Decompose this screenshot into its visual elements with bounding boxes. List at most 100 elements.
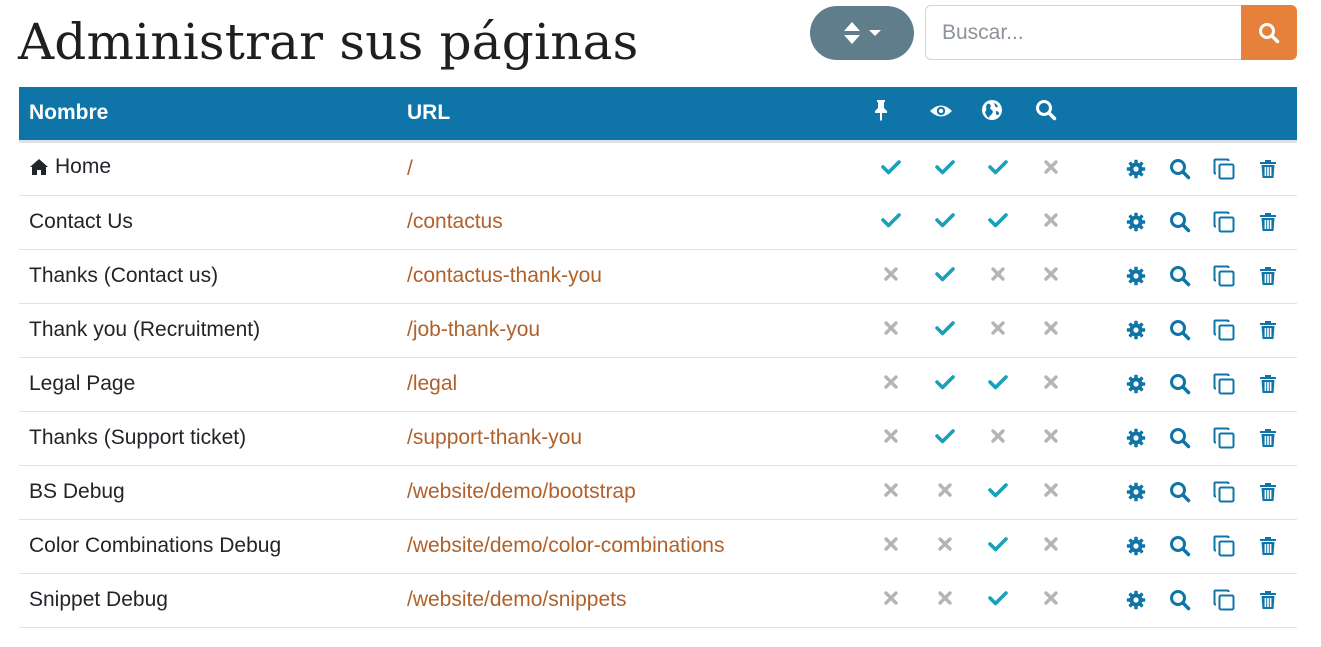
delete-page-button[interactable] xyxy=(1249,266,1287,286)
menu-flag xyxy=(863,249,919,303)
clone-page-button[interactable] xyxy=(1205,210,1243,234)
copy-icon xyxy=(1213,589,1235,611)
page-url-link[interactable]: /website/demo/bootstrap xyxy=(407,480,636,503)
table-row[interactable]: Thanks (Support ticket) /support-thank-y… xyxy=(19,411,1297,465)
page-name-cell: Thanks (Support ticket) xyxy=(19,411,397,465)
delete-page-button[interactable] xyxy=(1249,482,1287,502)
delete-page-button[interactable] xyxy=(1249,428,1287,448)
search-box xyxy=(925,5,1297,60)
page-properties-button[interactable] xyxy=(1117,212,1155,232)
page-properties-button[interactable] xyxy=(1117,536,1155,556)
view-page-button[interactable] xyxy=(1161,158,1199,180)
clone-page-button[interactable] xyxy=(1205,426,1243,450)
published-check-icon xyxy=(988,537,1008,552)
table-row[interactable]: Contact Us /contactus xyxy=(19,195,1297,249)
search-icon xyxy=(1170,266,1191,287)
view-page-button[interactable] xyxy=(1161,535,1199,557)
table-row[interactable]: Thank you (Recruitment) /job-thank-you xyxy=(19,303,1297,357)
view-page-button[interactable] xyxy=(1161,373,1199,395)
page-name-cell: Home xyxy=(19,141,397,195)
copy-icon xyxy=(1213,427,1235,449)
visible-cross-icon xyxy=(938,537,952,551)
search-input[interactable] xyxy=(925,5,1241,60)
visible-flag xyxy=(919,573,971,627)
delete-page-button[interactable] xyxy=(1249,590,1287,610)
copy-icon xyxy=(1213,265,1235,287)
search-button[interactable] xyxy=(1241,5,1297,60)
view-page-button[interactable] xyxy=(1161,265,1199,287)
table-row[interactable]: BS Debug /website/demo/bootstrap xyxy=(19,465,1297,519)
delete-page-button[interactable] xyxy=(1249,374,1287,394)
published-flag xyxy=(971,249,1025,303)
page-properties-button[interactable] xyxy=(1117,482,1155,502)
trash-icon xyxy=(1260,429,1276,448)
delete-page-button[interactable] xyxy=(1249,159,1287,179)
column-header-published[interactable] xyxy=(971,87,1025,143)
view-page-button[interactable] xyxy=(1161,211,1199,233)
page-url-link[interactable]: /job-thank-you xyxy=(407,318,540,341)
page-url-link[interactable]: /website/demo/snippets xyxy=(407,588,626,611)
page-name: Thank you (Recruitment) xyxy=(29,318,261,341)
page-url-link[interactable]: /legal xyxy=(407,372,457,395)
view-page-button[interactable] xyxy=(1161,427,1199,449)
menu-cross-icon xyxy=(884,429,898,443)
page-properties-button[interactable] xyxy=(1117,374,1155,394)
table-row[interactable]: Home / xyxy=(19,141,1297,195)
page-url-link[interactable]: /website/demo/color-combinations xyxy=(407,534,724,557)
clone-page-button[interactable] xyxy=(1205,588,1243,612)
trash-icon xyxy=(1260,537,1276,556)
table-row[interactable]: Color Combinations Debug /website/demo/c… xyxy=(19,519,1297,573)
indexed-cross-icon xyxy=(1044,213,1058,227)
page-url-cell: /website/demo/bootstrap xyxy=(397,465,863,519)
page-properties-button[interactable] xyxy=(1117,590,1155,610)
page-url-link[interactable]: / xyxy=(407,157,413,180)
menu-flag xyxy=(863,519,919,573)
column-header-indexed[interactable] xyxy=(1025,87,1077,143)
page-url-cell: /support-thank-you xyxy=(397,411,863,465)
table-row[interactable]: Thanks (Contact us) /contactus-thank-you xyxy=(19,249,1297,303)
visible-check-icon xyxy=(935,429,955,444)
indexed-flag xyxy=(1025,411,1077,465)
page-url-cell: / xyxy=(397,141,863,195)
row-actions xyxy=(1077,411,1297,465)
page-url-link[interactable]: /contactus-thank-you xyxy=(407,264,602,287)
delete-page-button[interactable] xyxy=(1249,536,1287,556)
page-properties-button[interactable] xyxy=(1117,159,1155,179)
clone-page-button[interactable] xyxy=(1205,318,1243,342)
table-row[interactable]: Snippet Debug /website/demo/snippets xyxy=(19,573,1297,627)
visible-check-icon xyxy=(935,375,955,390)
column-header-url[interactable]: URL xyxy=(397,87,863,143)
search-icon xyxy=(1170,428,1191,449)
clone-page-button[interactable] xyxy=(1205,480,1243,504)
page-name-cell: Contact Us xyxy=(19,195,397,249)
page-properties-button[interactable] xyxy=(1117,428,1155,448)
sort-dropdown-button[interactable] xyxy=(810,6,914,60)
visible-cross-icon xyxy=(938,483,952,497)
gear-icon xyxy=(1127,159,1146,178)
menu-flag xyxy=(863,141,919,195)
view-page-button[interactable] xyxy=(1161,481,1199,503)
clone-page-button[interactable] xyxy=(1205,157,1243,181)
view-page-button[interactable] xyxy=(1161,589,1199,611)
page-properties-button[interactable] xyxy=(1117,266,1155,286)
published-flag xyxy=(971,357,1025,411)
published-check-icon xyxy=(988,483,1008,498)
page-url-cell: /website/demo/color-combinations xyxy=(397,519,863,573)
menu-cross-icon xyxy=(884,267,898,281)
page-properties-button[interactable] xyxy=(1117,320,1155,340)
view-page-button[interactable] xyxy=(1161,319,1199,341)
visible-check-icon xyxy=(935,267,955,282)
clone-page-button[interactable] xyxy=(1205,372,1243,396)
column-header-visible[interactable] xyxy=(919,87,971,143)
column-header-name[interactable]: Nombre xyxy=(19,87,397,143)
page-url-link[interactable]: /support-thank-you xyxy=(407,426,582,449)
indexed-cross-icon xyxy=(1044,321,1058,335)
delete-page-button[interactable] xyxy=(1249,320,1287,340)
clone-page-button[interactable] xyxy=(1205,534,1243,558)
clone-page-button[interactable] xyxy=(1205,264,1243,288)
column-header-menu[interactable] xyxy=(863,87,919,143)
delete-page-button[interactable] xyxy=(1249,212,1287,232)
page-url-link[interactable]: /contactus xyxy=(407,210,503,233)
caret-down-icon xyxy=(869,30,881,36)
table-row[interactable]: Legal Page /legal xyxy=(19,357,1297,411)
